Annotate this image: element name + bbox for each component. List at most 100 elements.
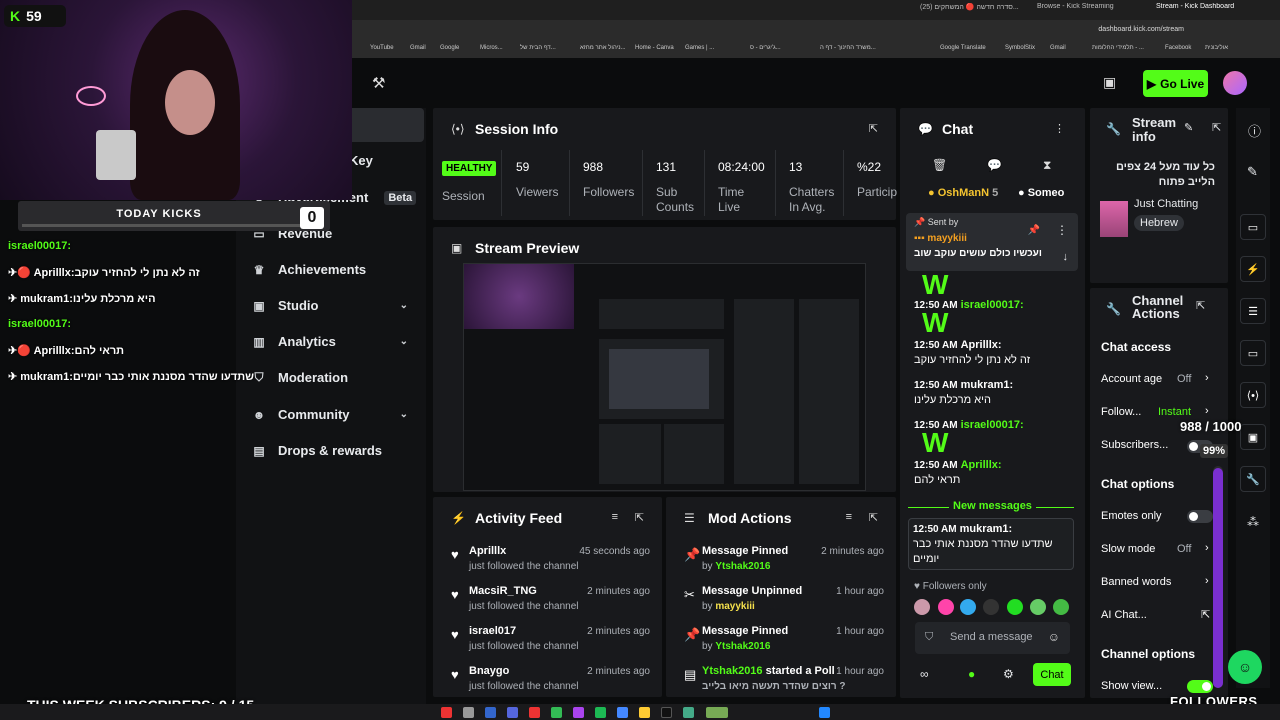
feed-user[interactable]: MacsiR_TNG xyxy=(469,585,537,597)
app-icon[interactable] xyxy=(617,707,628,718)
nav-item-community[interactable]: ☻ Community ⌄ xyxy=(252,407,422,422)
chat-message[interactable]: 12:50 AM Aprilllx: תראי להם xyxy=(914,458,1074,488)
user-avatar[interactable] xyxy=(1223,71,1247,95)
setting-subscribers[interactable]: Subscribers... xyxy=(1101,439,1168,451)
setting-value[interactable]: Off xyxy=(1177,373,1191,385)
nav-item-achievements[interactable]: ♛ Achievements xyxy=(252,262,367,277)
comment-icon[interactable]: 💬 xyxy=(987,158,1002,172)
bookmark[interactable]: ג'יגרים - ס... xyxy=(750,45,781,51)
chat-message-highlighted[interactable]: 12:50 AM mukram1: שתדעו שהדר מסננת אותי כ… xyxy=(908,518,1074,570)
layout-icon[interactable]: ▭ xyxy=(1240,214,1266,240)
nav-item-studio[interactable]: ▣ Studio ⌄ xyxy=(252,298,422,313)
app-icon[interactable] xyxy=(507,707,518,718)
chat-input[interactable]: ⛉ Send a message ☺ xyxy=(915,622,1070,654)
stream-preview-video[interactable] xyxy=(463,263,866,491)
show-viewers-toggle[interactable] xyxy=(1187,680,1213,693)
bookmark[interactable]: Gmail xyxy=(410,45,426,51)
follower-avatar[interactable] xyxy=(1030,599,1046,615)
filter-icon[interactable]: ≡ xyxy=(846,511,852,523)
nav-item-moderation[interactable]: ⛉ Moderation xyxy=(252,370,348,385)
bookmark[interactable]: Games | ... xyxy=(685,45,714,51)
setting-followers[interactable]: Follow... xyxy=(1101,406,1141,418)
bookmark[interactable]: Google Translate xyxy=(940,45,986,51)
feed-user[interactable]: Bnaygo xyxy=(469,665,509,677)
nav-item-analytics[interactable]: ▥ Analytics ⌄ xyxy=(252,334,422,349)
category-thumbnail[interactable] xyxy=(1100,201,1128,237)
new-messages-label[interactable]: New messages xyxy=(910,500,1075,512)
emoji-icon[interactable]: ☺ xyxy=(1048,630,1060,644)
bookmark[interactable]: Micros... xyxy=(480,45,503,51)
setting-emotes-only[interactable]: Emotes only xyxy=(1101,510,1162,522)
top-user[interactable]: ● Someo xyxy=(1018,187,1064,199)
browser-tab[interactable]: (25) סדרה חדשה 🔴 המשחקים... xyxy=(920,3,1030,18)
setting-account-age[interactable]: Account age xyxy=(1101,373,1162,385)
follower-avatar[interactable] xyxy=(914,599,930,615)
session-icon[interactable]: ⟨•⟩ xyxy=(1240,382,1266,408)
follower-avatar[interactable] xyxy=(983,599,999,615)
setting-show-viewers[interactable]: Show view... xyxy=(1101,680,1162,692)
bolt-icon[interactable]: ⚡ xyxy=(1240,256,1266,282)
popout-icon[interactable]: ⇱ xyxy=(1196,299,1205,312)
follower-avatar[interactable] xyxy=(960,599,976,615)
mod-user[interactable]: mayykiii xyxy=(715,601,754,612)
app-icon[interactable] xyxy=(661,707,672,718)
edit-icon[interactable]: ✎ xyxy=(1247,164,1258,180)
browser-tab-active[interactable]: Stream - Kick Dashboard xyxy=(1156,3,1236,18)
app-icon[interactable] xyxy=(573,707,584,718)
bookmark[interactable]: Home - Canva xyxy=(635,45,674,51)
feed-user[interactable]: Aprilllx xyxy=(469,545,506,557)
bookmark[interactable]: משרד החינוך - דף ה... xyxy=(820,45,876,51)
arrow-down-icon[interactable]: ↓ xyxy=(1063,251,1069,263)
bookmark[interactable]: תלמידי החלומות - ... xyxy=(1092,45,1144,51)
list-icon[interactable]: ☰ xyxy=(1240,298,1266,324)
follower-avatar[interactable] xyxy=(938,599,954,615)
edit-icon[interactable]: ✎ xyxy=(1184,121,1193,134)
external-link-icon[interactable]: ⇱ xyxy=(1201,608,1210,621)
bookmark[interactable]: Facebook xyxy=(1165,45,1191,51)
app-icon[interactable] xyxy=(683,707,694,718)
mod-user[interactable]: Ytshak2016 xyxy=(702,665,763,677)
app-icon[interactable] xyxy=(529,707,540,718)
hourglass-icon[interactable]: ⧗ xyxy=(1043,158,1051,173)
windows-start-icon[interactable] xyxy=(819,707,830,718)
category-name[interactable]: Just Chatting xyxy=(1134,198,1198,210)
chat-icon[interactable]: ▭ xyxy=(1240,340,1266,366)
setting-banned-words[interactable]: Banned words xyxy=(1101,576,1171,588)
more-vertical-icon[interactable]: ⋮ xyxy=(1054,122,1065,135)
app-icon[interactable] xyxy=(706,707,728,718)
bookmark[interactable]: אוליבונית xyxy=(1205,45,1228,51)
mod-user[interactable]: Ytshak2016 xyxy=(715,641,770,652)
browser-tab[interactable]: Browse - Kick Streaming xyxy=(1037,3,1127,18)
more-vertical-icon[interactable]: ⋮ xyxy=(1056,223,1068,237)
pinned-message[interactable]: 📌 Sent by ▪▪▪ mayykiii ועכשיו כולם עושים… xyxy=(906,213,1078,271)
gear-icon[interactable]: ⚙ xyxy=(1003,667,1014,681)
chat-message[interactable]: 12:50 AM mukram1: היא מרכלת עלינו xyxy=(914,378,1074,408)
bookmark[interactable]: Gmail xyxy=(1050,45,1066,51)
bookmark[interactable]: דף הבית של... xyxy=(520,45,556,51)
setting-slow-mode[interactable]: Slow mode xyxy=(1101,543,1155,555)
kick-icon[interactable]: ● xyxy=(968,667,975,681)
feed-user[interactable]: israel017 xyxy=(469,625,516,637)
tv-icon[interactable]: ▣ xyxy=(1103,74,1120,91)
trash-icon[interactable]: 🗑 xyxy=(932,158,947,172)
bookmark[interactable]: Google xyxy=(440,45,459,51)
app-icon[interactable] xyxy=(551,707,562,718)
popout-icon[interactable]: ⇱ xyxy=(1212,121,1221,134)
filter-icon[interactable]: ≡ xyxy=(612,511,618,523)
bookmark[interactable]: YouTube xyxy=(370,45,394,51)
top-user[interactable]: ● OshManN 5 xyxy=(928,187,998,199)
emotes-only-toggle[interactable] xyxy=(1187,510,1213,523)
app-icon[interactable] xyxy=(639,707,650,718)
info-icon[interactable]: ⓘ xyxy=(1248,121,1261,140)
pin-icon[interactable]: 📌 xyxy=(1028,225,1040,236)
bookmark[interactable]: SymbolStix xyxy=(1005,45,1035,51)
send-chat-button[interactable]: Chat xyxy=(1033,663,1071,686)
popout-icon[interactable]: ⇱ xyxy=(635,511,644,524)
url-text[interactable]: dashboard.kick.com/stream xyxy=(1098,26,1184,33)
setting-value[interactable]: Off xyxy=(1177,543,1191,555)
gavel-icon[interactable]: ⚒ xyxy=(372,74,385,92)
app-icon[interactable] xyxy=(485,707,496,718)
monitor-icon[interactable]: ▣ xyxy=(1240,424,1266,450)
bookmark[interactable]: ניהול אתר מחזא... xyxy=(580,45,626,51)
app-icon[interactable] xyxy=(441,707,452,718)
